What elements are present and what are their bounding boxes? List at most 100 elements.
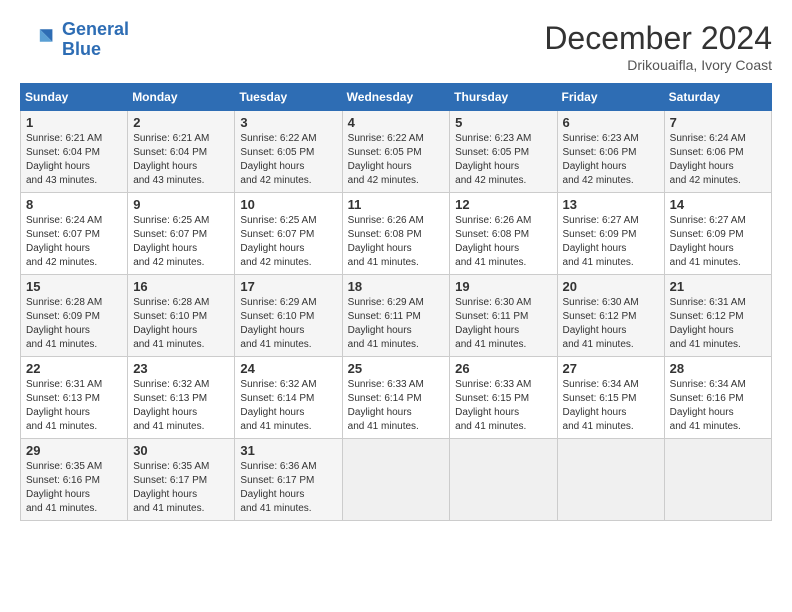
day-header-saturday: Saturday	[664, 84, 771, 111]
day-header-friday: Friday	[557, 84, 664, 111]
day-info: Sunrise: 6:29 AM Sunset: 6:11 PM Dayligh…	[348, 296, 445, 352]
logo-line2: Blue	[62, 39, 101, 59]
calendar-week-row: 22 Sunrise: 6:31 AM Sunset: 6:13 PM Dayl…	[21, 357, 772, 439]
day-number: 11	[348, 197, 445, 212]
calendar-cell: 31 Sunrise: 6:36 AM Sunset: 6:17 PM Dayl…	[235, 439, 342, 521]
day-number: 10	[240, 197, 336, 212]
calendar-cell: 10 Sunrise: 6:25 AM Sunset: 6:07 PM Dayl…	[235, 193, 342, 275]
day-number: 7	[670, 115, 766, 130]
calendar-cell: 19 Sunrise: 6:30 AM Sunset: 6:11 PM Dayl…	[450, 275, 557, 357]
day-info: Sunrise: 6:34 AM Sunset: 6:16 PM Dayligh…	[670, 378, 766, 434]
day-info: Sunrise: 6:22 AM Sunset: 6:05 PM Dayligh…	[348, 132, 445, 188]
day-number: 20	[563, 279, 659, 294]
day-number: 8	[26, 197, 122, 212]
calendar-cell: 23 Sunrise: 6:32 AM Sunset: 6:13 PM Dayl…	[128, 357, 235, 439]
calendar-table: SundayMondayTuesdayWednesdayThursdayFrid…	[20, 83, 772, 521]
calendar-cell: 24 Sunrise: 6:32 AM Sunset: 6:14 PM Dayl…	[235, 357, 342, 439]
day-info: Sunrise: 6:27 AM Sunset: 6:09 PM Dayligh…	[670, 214, 766, 270]
page-header: General Blue December 2024 Drikouaifla, …	[20, 20, 772, 73]
calendar-week-row: 29 Sunrise: 6:35 AM Sunset: 6:16 PM Dayl…	[21, 439, 772, 521]
day-number: 1	[26, 115, 122, 130]
day-info: Sunrise: 6:23 AM Sunset: 6:05 PM Dayligh…	[455, 132, 551, 188]
day-number: 28	[670, 361, 766, 376]
day-number: 12	[455, 197, 551, 212]
day-header-monday: Monday	[128, 84, 235, 111]
day-info: Sunrise: 6:29 AM Sunset: 6:10 PM Dayligh…	[240, 296, 336, 352]
calendar-cell: 17 Sunrise: 6:29 AM Sunset: 6:10 PM Dayl…	[235, 275, 342, 357]
day-number: 5	[455, 115, 551, 130]
day-info: Sunrise: 6:33 AM Sunset: 6:14 PM Dayligh…	[348, 378, 445, 434]
day-info: Sunrise: 6:21 AM Sunset: 6:04 PM Dayligh…	[26, 132, 122, 188]
day-header-wednesday: Wednesday	[342, 84, 450, 111]
day-number: 27	[563, 361, 659, 376]
day-number: 6	[563, 115, 659, 130]
calendar-cell: 13 Sunrise: 6:27 AM Sunset: 6:09 PM Dayl…	[557, 193, 664, 275]
calendar-header-row: SundayMondayTuesdayWednesdayThursdayFrid…	[21, 84, 772, 111]
day-number: 15	[26, 279, 122, 294]
calendar-cell: 22 Sunrise: 6:31 AM Sunset: 6:13 PM Dayl…	[21, 357, 128, 439]
day-number: 21	[670, 279, 766, 294]
calendar-cell: 9 Sunrise: 6:25 AM Sunset: 6:07 PM Dayli…	[128, 193, 235, 275]
day-info: Sunrise: 6:30 AM Sunset: 6:11 PM Dayligh…	[455, 296, 551, 352]
calendar-week-row: 8 Sunrise: 6:24 AM Sunset: 6:07 PM Dayli…	[21, 193, 772, 275]
day-info: Sunrise: 6:22 AM Sunset: 6:05 PM Dayligh…	[240, 132, 336, 188]
calendar-cell: 1 Sunrise: 6:21 AM Sunset: 6:04 PM Dayli…	[21, 111, 128, 193]
calendar-cell: 2 Sunrise: 6:21 AM Sunset: 6:04 PM Dayli…	[128, 111, 235, 193]
day-info: Sunrise: 6:35 AM Sunset: 6:16 PM Dayligh…	[26, 460, 122, 516]
calendar-cell: 12 Sunrise: 6:26 AM Sunset: 6:08 PM Dayl…	[450, 193, 557, 275]
day-number: 18	[348, 279, 445, 294]
day-number: 13	[563, 197, 659, 212]
day-number: 22	[26, 361, 122, 376]
calendar-cell: 30 Sunrise: 6:35 AM Sunset: 6:17 PM Dayl…	[128, 439, 235, 521]
calendar-cell: 25 Sunrise: 6:33 AM Sunset: 6:14 PM Dayl…	[342, 357, 450, 439]
day-info: Sunrise: 6:32 AM Sunset: 6:13 PM Dayligh…	[133, 378, 229, 434]
calendar-cell: 11 Sunrise: 6:26 AM Sunset: 6:08 PM Dayl…	[342, 193, 450, 275]
calendar-cell: 4 Sunrise: 6:22 AM Sunset: 6:05 PM Dayli…	[342, 111, 450, 193]
calendar-cell	[450, 439, 557, 521]
day-number: 24	[240, 361, 336, 376]
day-info: Sunrise: 6:30 AM Sunset: 6:12 PM Dayligh…	[563, 296, 659, 352]
day-info: Sunrise: 6:31 AM Sunset: 6:12 PM Dayligh…	[670, 296, 766, 352]
calendar-week-row: 1 Sunrise: 6:21 AM Sunset: 6:04 PM Dayli…	[21, 111, 772, 193]
day-number: 30	[133, 443, 229, 458]
day-number: 9	[133, 197, 229, 212]
day-info: Sunrise: 6:28 AM Sunset: 6:09 PM Dayligh…	[26, 296, 122, 352]
month-title: December 2024	[544, 20, 772, 57]
calendar-cell: 8 Sunrise: 6:24 AM Sunset: 6:07 PM Dayli…	[21, 193, 128, 275]
logo-line1: General	[62, 19, 129, 39]
title-block: December 2024 Drikouaifla, Ivory Coast	[544, 20, 772, 73]
day-info: Sunrise: 6:35 AM Sunset: 6:17 PM Dayligh…	[133, 460, 229, 516]
day-number: 2	[133, 115, 229, 130]
calendar-cell: 20 Sunrise: 6:30 AM Sunset: 6:12 PM Dayl…	[557, 275, 664, 357]
calendar-cell: 6 Sunrise: 6:23 AM Sunset: 6:06 PM Dayli…	[557, 111, 664, 193]
day-number: 31	[240, 443, 336, 458]
day-info: Sunrise: 6:21 AM Sunset: 6:04 PM Dayligh…	[133, 132, 229, 188]
location: Drikouaifla, Ivory Coast	[544, 57, 772, 73]
calendar-cell: 21 Sunrise: 6:31 AM Sunset: 6:12 PM Dayl…	[664, 275, 771, 357]
day-info: Sunrise: 6:24 AM Sunset: 6:07 PM Dayligh…	[26, 214, 122, 270]
calendar-cell	[342, 439, 450, 521]
day-number: 29	[26, 443, 122, 458]
day-info: Sunrise: 6:25 AM Sunset: 6:07 PM Dayligh…	[240, 214, 336, 270]
day-info: Sunrise: 6:34 AM Sunset: 6:15 PM Dayligh…	[563, 378, 659, 434]
day-number: 16	[133, 279, 229, 294]
day-info: Sunrise: 6:26 AM Sunset: 6:08 PM Dayligh…	[455, 214, 551, 270]
day-info: Sunrise: 6:36 AM Sunset: 6:17 PM Dayligh…	[240, 460, 336, 516]
calendar-cell: 28 Sunrise: 6:34 AM Sunset: 6:16 PM Dayl…	[664, 357, 771, 439]
day-number: 4	[348, 115, 445, 130]
day-info: Sunrise: 6:32 AM Sunset: 6:14 PM Dayligh…	[240, 378, 336, 434]
calendar-cell: 7 Sunrise: 6:24 AM Sunset: 6:06 PM Dayli…	[664, 111, 771, 193]
logo-icon	[20, 22, 56, 58]
day-header-tuesday: Tuesday	[235, 84, 342, 111]
day-info: Sunrise: 6:28 AM Sunset: 6:10 PM Dayligh…	[133, 296, 229, 352]
calendar-cell: 29 Sunrise: 6:35 AM Sunset: 6:16 PM Dayl…	[21, 439, 128, 521]
calendar-cell: 15 Sunrise: 6:28 AM Sunset: 6:09 PM Dayl…	[21, 275, 128, 357]
calendar-cell	[557, 439, 664, 521]
day-number: 25	[348, 361, 445, 376]
day-number: 3	[240, 115, 336, 130]
day-info: Sunrise: 6:31 AM Sunset: 6:13 PM Dayligh…	[26, 378, 122, 434]
day-info: Sunrise: 6:23 AM Sunset: 6:06 PM Dayligh…	[563, 132, 659, 188]
day-header-sunday: Sunday	[21, 84, 128, 111]
day-info: Sunrise: 6:33 AM Sunset: 6:15 PM Dayligh…	[455, 378, 551, 434]
calendar-cell: 5 Sunrise: 6:23 AM Sunset: 6:05 PM Dayli…	[450, 111, 557, 193]
